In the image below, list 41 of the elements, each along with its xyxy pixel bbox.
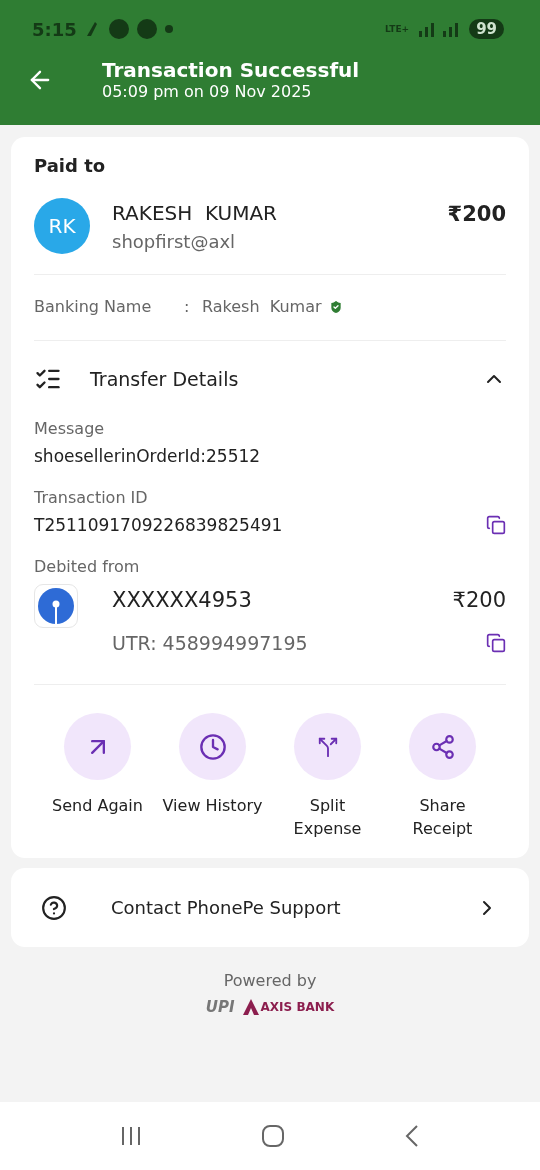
banking-name: Rakesh Kumar: [202, 297, 322, 316]
status-time: 5:15: [32, 18, 77, 40]
split-icon: [316, 735, 339, 758]
action-button[interactable]: View History: [155, 713, 270, 840]
avatar: RK: [34, 198, 90, 254]
action-button[interactable]: Send Again: [40, 713, 155, 840]
action-button[interactable]: Share Receipt: [385, 713, 500, 840]
transaction-time: 05:09 pm on 09 Nov 2025: [102, 82, 313, 101]
upi-id: shopfirst@axl: [112, 230, 237, 252]
upi-logo: UPI: [205, 998, 235, 1016]
notification-dot: [164, 25, 173, 33]
field-value: shoesellerinOrderId:25512: [34, 446, 261, 466]
field-label: Message: [34, 419, 106, 438]
support-link[interactable]: Contact PhonePe Support: [11, 868, 529, 947]
copy-icon[interactable]: [486, 515, 506, 535]
axis-bank-logo: AXIS BANK: [242, 999, 335, 1015]
section-heading: Paid to: [34, 155, 107, 176]
share-icon: [429, 733, 456, 760]
help-icon: [41, 894, 67, 921]
payee-name: RAKESH KUMAR: [112, 200, 279, 225]
screen-title: Transaction Successful: [102, 58, 360, 82]
copy-icon[interactable]: [486, 633, 506, 653]
field-label: Banking Name: [34, 297, 153, 316]
home-icon[interactable]: [261, 1124, 285, 1148]
action-button[interactable]: Split Expense: [270, 713, 385, 840]
paid-amount: ₹200: [447, 202, 506, 226]
powered-by: Powered by: [223, 971, 317, 990]
utr-number: UTR: 458994997195: [112, 632, 308, 654]
clock-icon: [198, 732, 227, 761]
bank-logo: [34, 584, 78, 628]
debited-amount: ₹200: [452, 588, 506, 612]
network-type: LTE+: [385, 24, 410, 34]
section-title: Transfer Details: [90, 368, 239, 390]
account-number: XXXXXX4953: [112, 588, 252, 612]
field-label: Debited from: [34, 557, 141, 576]
back-nav-icon[interactable]: [404, 1124, 421, 1148]
field-label: Transaction ID: [34, 488, 149, 507]
field-value: T2511091709226839825491: [34, 515, 283, 535]
separator: :: [184, 297, 191, 316]
battery-level: 99: [469, 19, 504, 39]
recent-apps-icon[interactable]: [119, 1125, 142, 1147]
